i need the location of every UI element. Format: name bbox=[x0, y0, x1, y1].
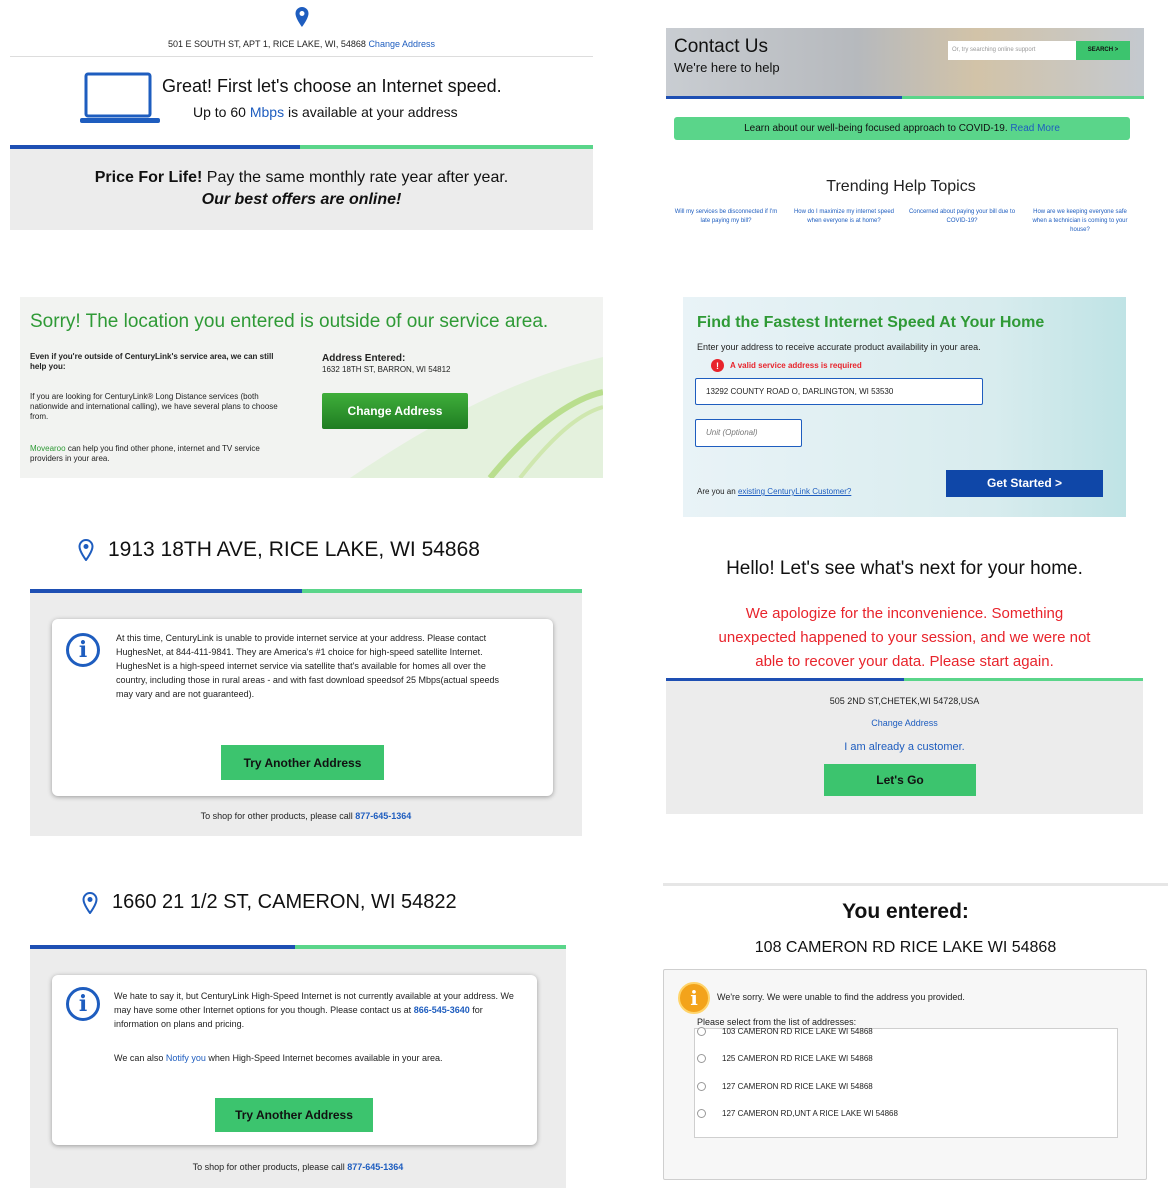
contact-phone-link[interactable]: 866-545-3640 bbox=[414, 1005, 470, 1015]
info-icon: i bbox=[66, 633, 100, 667]
brand-bar bbox=[666, 96, 1144, 99]
already-customer-link[interactable]: I am already a customer. bbox=[666, 741, 1143, 753]
unit-placeholder: Unit (Optional) bbox=[706, 428, 758, 437]
service-address: 501 E SOUTH ST, APT 1, RICE LAKE, WI, 54… bbox=[168, 39, 366, 49]
location-pin-icon bbox=[82, 891, 98, 914]
outside-service-area-panel: Sorry! The location you entered is outsi… bbox=[20, 297, 603, 478]
find-speed-panel: Find the Fastest Internet Speed At Your … bbox=[683, 297, 1126, 517]
select-label: Please select from the list of addresses… bbox=[697, 1017, 857, 1027]
search-button[interactable]: SEARCH > bbox=[1076, 41, 1130, 60]
speed-panel: 501 E SOUTH ST, APT 1, RICE LAKE, WI, 54… bbox=[10, 0, 593, 230]
speed-sub-prefix: Up to 60 bbox=[193, 104, 246, 120]
support-search-input[interactable]: Or, try searching online support bbox=[948, 41, 1076, 60]
notify-suffix: when High-Speed Internet becomes availab… bbox=[208, 1053, 443, 1063]
location-pin-icon bbox=[78, 539, 94, 561]
address-error: A valid service address is required bbox=[730, 361, 862, 370]
covid-text: Learn about our well-being focused appro… bbox=[744, 123, 1008, 134]
hughesnet-message: At this time, CenturyLink is unable to p… bbox=[116, 633, 500, 699]
hughesnet-panel: 1913 18TH AVE, RICE LAKE, WI 54868 i At … bbox=[30, 530, 582, 836]
price-for-life-banner: Price For Life! Pay the same monthly rat… bbox=[10, 149, 593, 230]
covid-banner: Learn about our well-being focused appro… bbox=[674, 117, 1130, 140]
address-option-label: 125 CAMERON RD RICE LAKE WI 54868 bbox=[722, 1054, 873, 1063]
contact-title: Contact Us bbox=[674, 36, 768, 57]
notify-you-link[interactable]: Notify you bbox=[166, 1053, 206, 1063]
address-options-list: 103 CAMERON RD RICE LAKE WI 54868 125 CA… bbox=[694, 1027, 1118, 1138]
contact-subtitle: We're here to help bbox=[674, 60, 780, 75]
pfl-italic: Our best offers are online! bbox=[201, 191, 402, 208]
topic-link[interactable]: How are we keeping everyone safe when a … bbox=[1026, 208, 1134, 235]
shop-phone-link[interactable]: 877-645-1364 bbox=[355, 811, 411, 821]
service-address: 1660 21 1/2 ST, CAMERON, WI 54822 bbox=[112, 891, 457, 913]
speed-headline: Great! First let's choose an Internet sp… bbox=[162, 76, 502, 96]
existing-customer-link[interactable]: existing CenturyLink Customer? bbox=[738, 487, 851, 496]
long-distance-text: If you are looking for CenturyLink® Long… bbox=[30, 392, 278, 421]
address-suggestions-panel: You entered: 108 CAMERON RD RICE LAKE WI… bbox=[663, 883, 1168, 1188]
unit-input[interactable]: Unit (Optional) bbox=[695, 419, 802, 447]
lets-go-button[interactable]: Let's Go bbox=[824, 764, 976, 796]
pfl-bold: Price For Life! bbox=[94, 169, 203, 186]
location-pin-icon bbox=[295, 7, 308, 27]
address-entered-value: 1632 18TH ST, BARRON, WI 54812 bbox=[322, 365, 451, 374]
speed-sub-suffix: is available at your address bbox=[287, 104, 458, 120]
shop-prefix: To shop for other products, please call bbox=[192, 1162, 345, 1172]
warning-icon: i bbox=[678, 982, 710, 1014]
shop-phone-link[interactable]: 877-645-1364 bbox=[347, 1162, 403, 1172]
change-address-link[interactable]: Change Address bbox=[368, 39, 435, 49]
service-address: 1913 18TH AVE, RICE LAKE, WI 54868 bbox=[108, 538, 480, 561]
try-another-address-button[interactable]: Try Another Address bbox=[215, 1098, 373, 1132]
outside-headline: Sorry! The location you entered is outsi… bbox=[30, 311, 549, 332]
find-speed-title: Find the Fastest Internet Speed At Your … bbox=[697, 314, 1045, 331]
address-option[interactable]: 127 CAMERON RD,UNT A RICE LAKE WI 54868 bbox=[697, 1109, 898, 1118]
sorry-message: We're sorry. We were unable to find the … bbox=[717, 992, 965, 1002]
address-entered-label: Address Entered: bbox=[322, 353, 406, 364]
movearoo-link[interactable]: Movearoo bbox=[30, 444, 66, 453]
existing-prefix: Are you an bbox=[697, 487, 736, 496]
info-card: i We hate to say it, but CenturyLink Hig… bbox=[52, 975, 537, 1145]
topic-link[interactable]: Will my services be disconnected if I'm … bbox=[672, 208, 780, 235]
change-address-button[interactable]: Change Address bbox=[322, 393, 468, 429]
not-available-panel: 1660 21 1/2 ST, CAMERON, WI 54822 i We h… bbox=[30, 883, 566, 1188]
trending-topics: Will my services be disconnected if I'm … bbox=[672, 208, 1134, 235]
info-card: i At this time, CenturyLink is unable to… bbox=[52, 619, 553, 796]
contact-us-panel: Contact Us We're here to help Or, try se… bbox=[666, 28, 1144, 268]
covid-read-more-link[interactable]: Read More bbox=[1010, 123, 1059, 134]
contact-hero: Contact Us We're here to help Or, try se… bbox=[666, 28, 1144, 96]
get-started-button[interactable]: Get Started > bbox=[946, 470, 1103, 497]
error-icon: ! bbox=[711, 359, 724, 372]
address-option[interactable]: 127 CAMERON RD RICE LAKE WI 54868 bbox=[697, 1082, 873, 1091]
address-input-value: 13292 COUNTY ROAD O, DARLINGTON, WI 5353… bbox=[706, 387, 894, 396]
session-address: 505 2ND ST,CHETEK,WI 54728,USA bbox=[829, 696, 980, 706]
pfl-rest: Pay the same monthly rate year after yea… bbox=[206, 169, 509, 186]
search-placeholder: Or, try searching online support bbox=[952, 47, 1036, 53]
trending-title: Trending Help Topics bbox=[826, 178, 976, 195]
radio-button[interactable] bbox=[697, 1082, 706, 1091]
address-option-label: 127 CAMERON RD,UNT A RICE LAKE WI 54868 bbox=[722, 1109, 898, 1118]
address-option[interactable]: 125 CAMERON RD RICE LAKE WI 54868 bbox=[697, 1054, 873, 1063]
try-another-address-button[interactable]: Try Another Address bbox=[221, 745, 384, 780]
you-entered-title: You entered: bbox=[842, 900, 969, 923]
info-icon: i bbox=[66, 987, 100, 1021]
mbps-link[interactable]: Mbps bbox=[250, 104, 284, 120]
address-input[interactable]: 13292 COUNTY ROAD O, DARLINGTON, WI 5353… bbox=[695, 378, 983, 405]
topic-link[interactable]: Concerned about paying your bill due to … bbox=[908, 208, 1016, 235]
shop-prefix: To shop for other products, please call bbox=[200, 811, 353, 821]
change-address-link[interactable]: Change Address bbox=[666, 718, 1143, 728]
topic-link[interactable]: How do I maximize my internet speed when… bbox=[790, 208, 898, 235]
entered-address: 108 CAMERON RD RICE LAKE WI 54868 bbox=[754, 939, 1057, 956]
session-error-panel: Hello! Let's see what's next for your ho… bbox=[666, 552, 1143, 814]
help-bold: Even if you're outside of CenturyLink's … bbox=[30, 352, 274, 371]
address-option-label: 127 CAMERON RD RICE LAKE WI 54868 bbox=[722, 1082, 873, 1091]
radio-button[interactable] bbox=[697, 1054, 706, 1063]
address-option-label: 103 CAMERON RD RICE LAKE WI 54868 bbox=[722, 1027, 873, 1036]
radio-button[interactable] bbox=[697, 1027, 706, 1036]
hello-heading: Hello! Let's see what's next for your ho… bbox=[726, 558, 1083, 579]
radio-button[interactable] bbox=[697, 1109, 706, 1118]
laptop-icon bbox=[80, 72, 160, 123]
find-speed-intro: Enter your address to receive accurate p… bbox=[697, 342, 981, 352]
notify-prefix: We can also bbox=[114, 1053, 164, 1063]
suggestion-box: i We're sorry. We were unable to find th… bbox=[663, 969, 1147, 1180]
address-option[interactable]: 103 CAMERON RD RICE LAKE WI 54868 bbox=[697, 1027, 873, 1036]
apology-message: We apologize for the inconvenience. Some… bbox=[718, 605, 1091, 670]
